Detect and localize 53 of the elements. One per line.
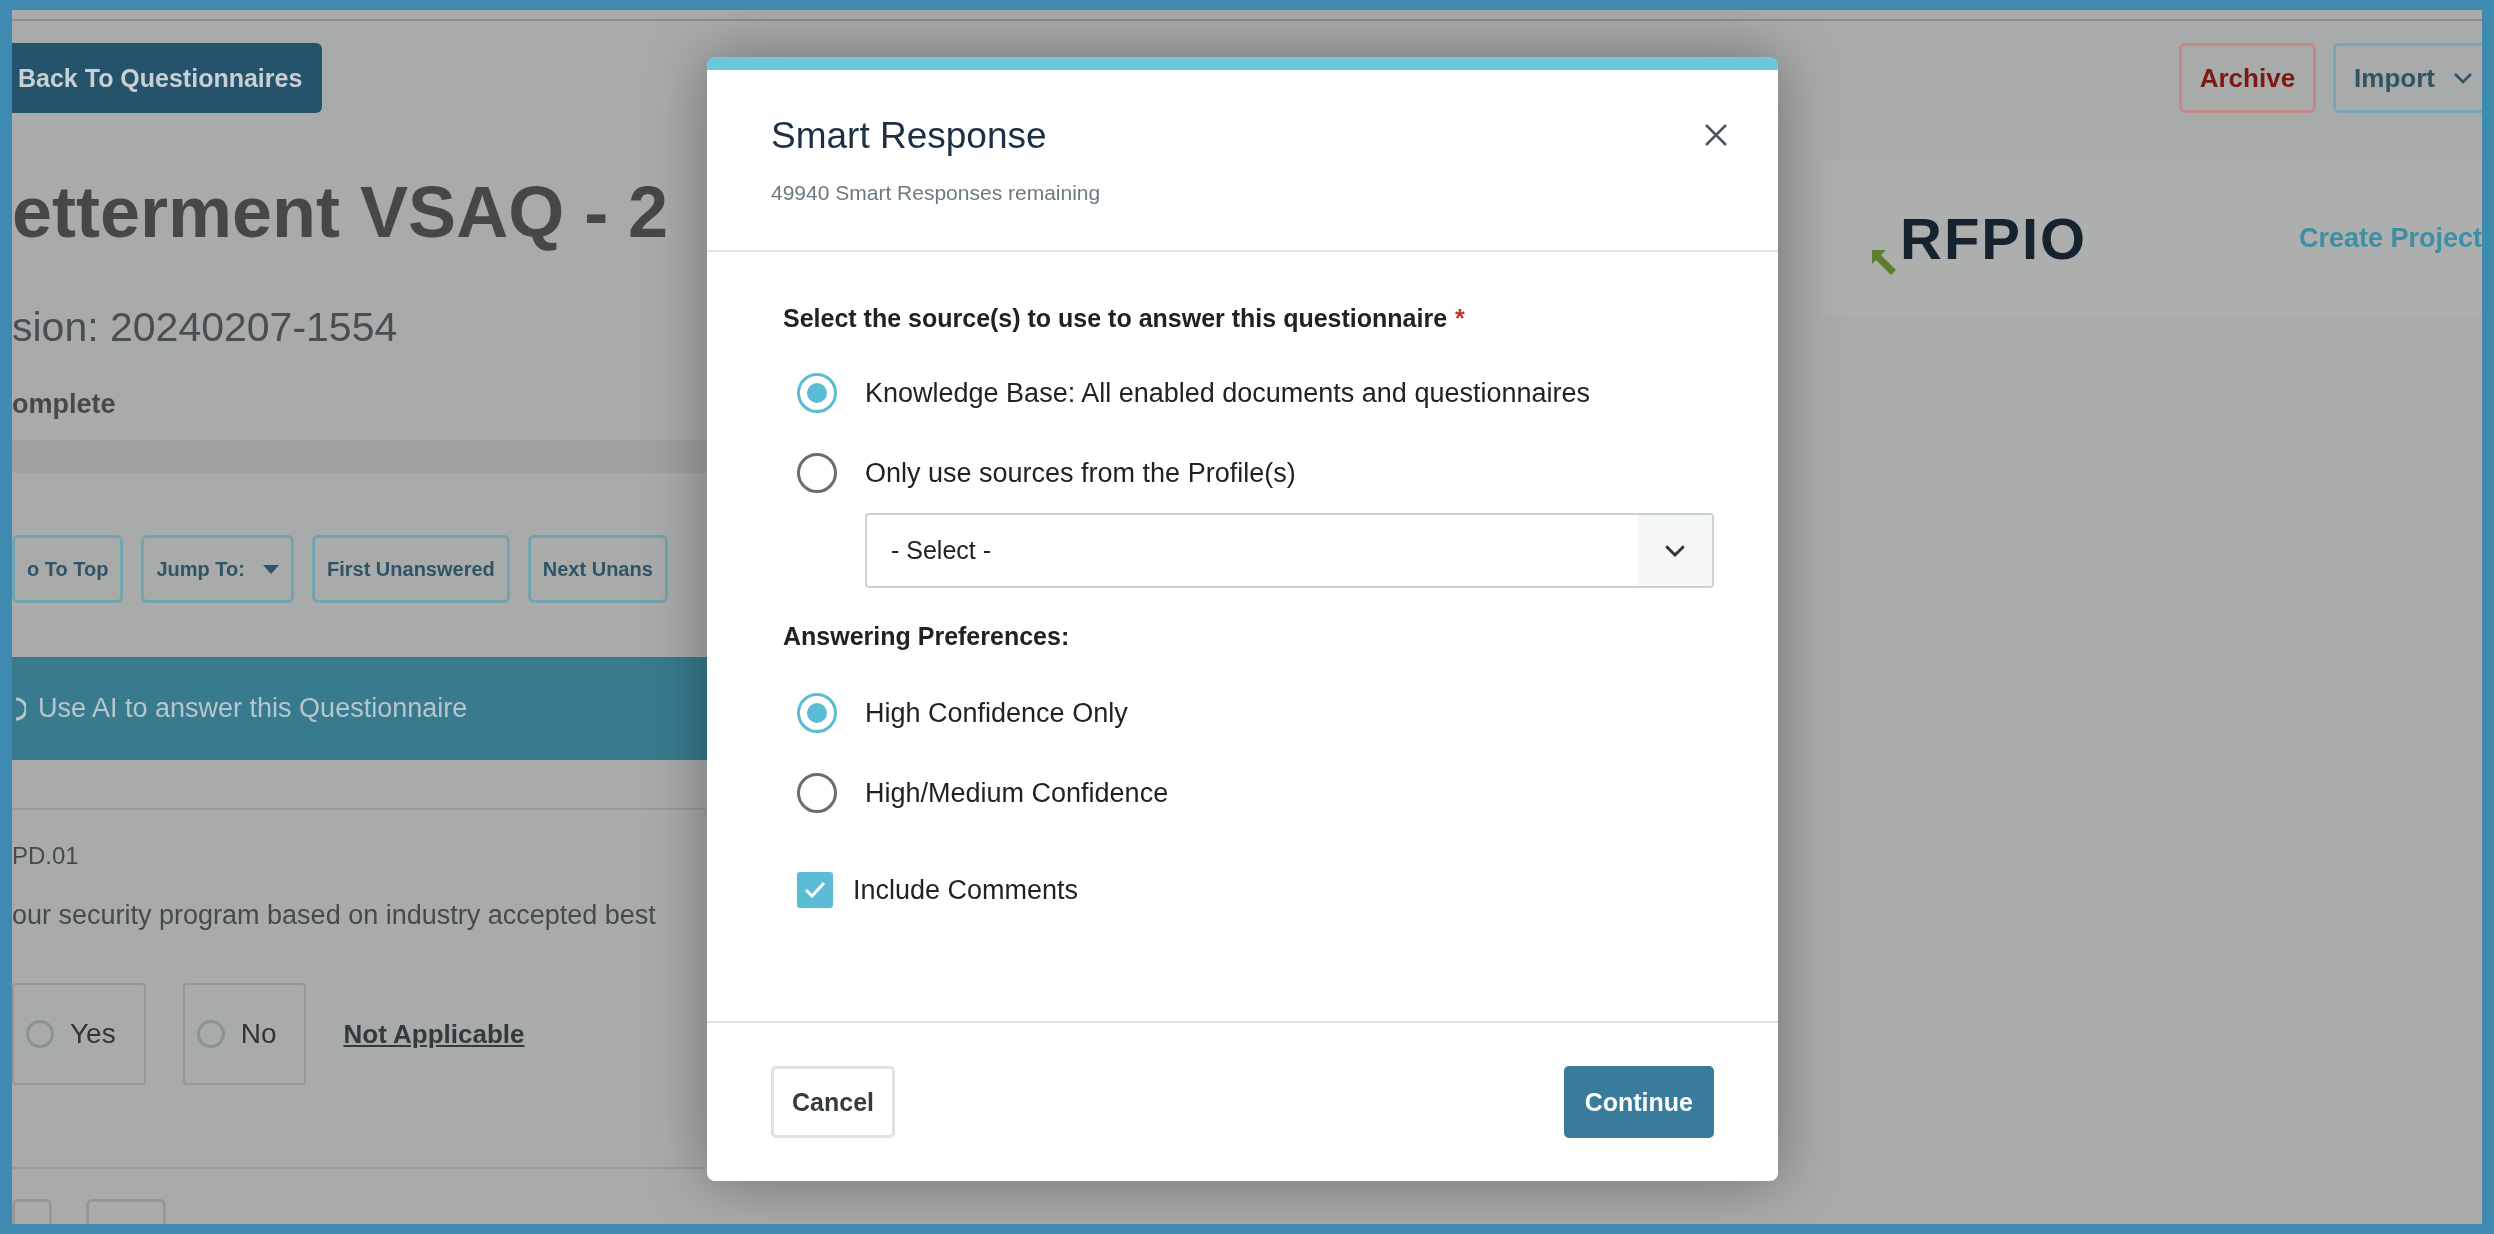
jump-dropdown[interactable]: Jump To: [141, 535, 294, 604]
option-label: Knowledge Base: All enabled documents and questionnaires [865, 377, 1590, 409]
dialog-title: Smart Response [771, 115, 1048, 157]
option-label: Only use sources from the Profile(s) [865, 457, 1296, 489]
cancel-button[interactable]: Cancel [771, 1066, 895, 1138]
radio-button[interactable] [797, 773, 837, 813]
option-label: High/Medium Confidence [865, 777, 1169, 809]
toolbar-button[interactable]: Next Unans [527, 535, 668, 604]
option-label: Include Comments [853, 874, 1079, 906]
toolbar-button[interactable]: First Unanswered [311, 535, 510, 604]
option-label: Yes [70, 1018, 116, 1051]
back-button[interactable]: Back To Questionnaires [12, 43, 323, 113]
preference-option[interactable]: High Confidence Only [797, 673, 1714, 753]
caret-icon [262, 564, 279, 574]
close-icon [1704, 123, 1728, 147]
question-id: PD.01 [12, 842, 79, 871]
select-toggle[interactable] [1638, 515, 1712, 586]
answer-option[interactable]: Yes [12, 983, 146, 1086]
dialog-subtitle: 49940 Smart Responses remaining [771, 181, 1101, 205]
toolbar-button[interactable]: o To Top [12, 535, 124, 604]
answer-option[interactable]: No [182, 983, 307, 1086]
continue-button[interactable]: Continue [1563, 1066, 1714, 1138]
import-button[interactable]: Import [2333, 43, 2482, 113]
source-option[interactable]: Knowledge Base: All enabled documents and questionnaires [797, 353, 1714, 433]
archive-button[interactable]: Archive [2178, 43, 2317, 113]
source-prompt: Select the source(s) to use to answer this questionnaire [783, 304, 1448, 333]
radio-button[interactable] [797, 373, 837, 413]
preference-option[interactable]: High/Medium Confidence [797, 753, 1714, 833]
check-icon [804, 881, 826, 899]
chevron-down-icon [2453, 72, 2473, 84]
not-applicable-link[interactable]: Not Applicable [343, 1018, 525, 1050]
source-option[interactable]: Only use sources from the Profile(s) [797, 433, 1714, 513]
checkbox[interactable] [797, 872, 833, 908]
ai-banner[interactable]: Use AI to answer this Questionnaire [12, 657, 709, 761]
option-label: No [240, 1018, 277, 1051]
status-text: omplete [12, 389, 116, 421]
option-label: High Confidence Only [865, 697, 1128, 729]
preferences-label: Answering Preferences: [783, 622, 1071, 651]
questionnaire-title: etterment VSAQ - 2 [12, 173, 669, 253]
select-placeholder: - Select - [890, 536, 992, 565]
radio-button[interactable] [797, 693, 837, 733]
profile-select[interactable]: - Select - [865, 513, 1714, 588]
include-comments-option[interactable]: Include Comments [797, 872, 1714, 908]
version-text: sion: 20240207-1554 [12, 304, 398, 352]
logo-text: RFPIO [1900, 205, 2088, 272]
arrow-icon [1870, 248, 1898, 276]
required-mark: * [1455, 304, 1465, 333]
radio-button[interactable] [797, 453, 837, 493]
banner-text: Use AI to answer this Questionnaire [38, 693, 468, 725]
radio-button[interactable] [196, 1020, 225, 1049]
question-text: our security program based on industry accepted best [12, 900, 656, 932]
chevron-down-icon [1664, 543, 1686, 558]
radio-button[interactable] [26, 1020, 54, 1049]
